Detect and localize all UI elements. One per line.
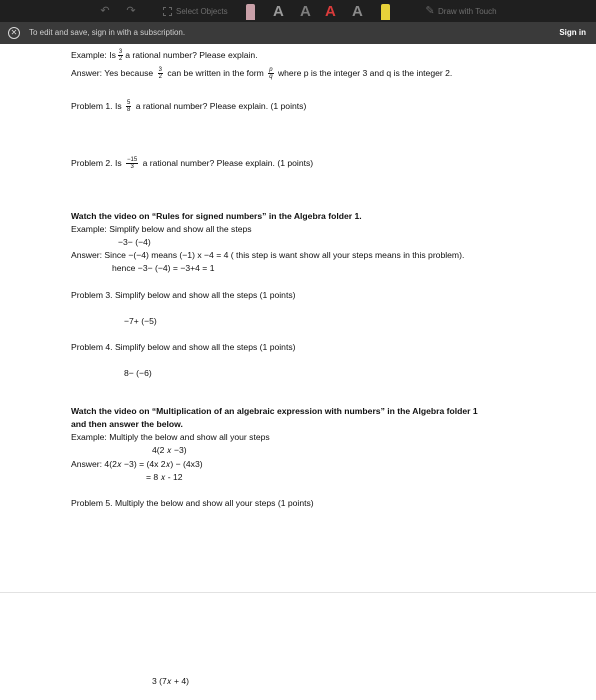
fraction-3-2-answer: 32 <box>157 67 163 80</box>
fraction-3-2: 32 <box>117 49 124 62</box>
undo-button[interactable]: ↶ <box>100 0 110 22</box>
text-style-a-dark-icon[interactable]: A <box>352 3 363 20</box>
eraser-tool-icon[interactable] <box>246 4 255 20</box>
text-style-a-red-icon[interactable]: A <box>325 3 336 20</box>
document-page[interactable]: Example: Is 3 2 a rational number? Please e… <box>0 44 596 700</box>
draw-with-touch-button[interactable]: ✎ Draw with Touch <box>425 0 497 22</box>
example1-answer: Answer: Yes because 32 can be written in… <box>71 67 453 80</box>
section2-example-expr: −3− (−4) <box>118 237 151 247</box>
problem5-expr: 3 (7𝑥 + 4) <box>152 676 190 686</box>
section3-example-expr: 4(2 𝑥 −3) <box>152 445 187 455</box>
section3-example-label: Example: Multiply the below and show all… <box>71 432 270 442</box>
fraction-p-q: pq <box>268 67 274 80</box>
section3-answer-line2: = 8 𝑥 - 12 <box>146 472 183 482</box>
section2-example-label: Example: Simplify below and show all the… <box>71 224 252 234</box>
problem3-label: Problem 3. Simplify below and show all t… <box>71 290 296 300</box>
problem5-label: Problem 5. Multiply the below and show a… <box>71 498 314 508</box>
section3-heading-line1: Watch the video on “Multiplication of an… <box>71 406 478 416</box>
section3-answer-line1: Answer: 4(2𝑥 −3) = (4x 2𝑥) − (4x3) <box>71 459 203 469</box>
redo-icon: ↷ <box>126 5 136 17</box>
banner-message: To edit and save, sign in with a subscri… <box>29 28 186 37</box>
fraction-neg15-3: −15 3 <box>126 157 139 170</box>
problem4-expr: 8− (−6) <box>124 368 152 378</box>
touch-draw-icon: ✎ <box>425 5 435 17</box>
subscription-banner: ✕ To edit and save, sign in with a subsc… <box>0 22 596 44</box>
text-style-a-grey-icon[interactable]: A <box>300 3 311 20</box>
section2-heading: Watch the video on “Rules for signed num… <box>71 211 362 221</box>
sign-in-button[interactable]: Sign in <box>559 28 586 37</box>
section2-answer-line2: hence −3− (−4) = −3+4 = 1 <box>112 263 215 273</box>
page-break-divider <box>0 592 596 593</box>
problem2: Problem 2. Is −15 3 a rational number? Pl… <box>71 157 314 170</box>
close-icon[interactable]: ✕ <box>8 27 20 39</box>
problem3-expr: −7+ (−5) <box>124 316 157 326</box>
fraction-5-8: 58 <box>126 100 132 113</box>
undo-icon: ↶ <box>100 5 110 17</box>
section3-heading-line2: and then answer the below. <box>71 419 183 429</box>
text-style-a-icon[interactable]: A <box>273 3 284 20</box>
example1-question: Example: Is 3 2 a rational number? Please e… <box>71 49 258 62</box>
problem1: Problem 1. Is 58 a rational number? Plea… <box>71 100 307 113</box>
select-objects-icon <box>163 6 172 16</box>
select-objects-label: Select Objects <box>176 6 228 16</box>
draw-with-touch-label: Draw with Touch <box>438 6 497 16</box>
redo-button[interactable]: ↷ <box>126 0 136 22</box>
select-objects-button[interactable]: Select Objects <box>163 0 228 22</box>
ink-toolbar: ↶ ↷ Select Objects A A A A ✎ Draw with T… <box>0 0 596 22</box>
problem4-label: Problem 4. Simplify below and show all t… <box>71 342 296 352</box>
section2-answer-line1: Answer: Since −(−4) means (−1) x −4 = 4 … <box>71 250 465 260</box>
highlighter-tool-icon[interactable] <box>381 4 390 20</box>
